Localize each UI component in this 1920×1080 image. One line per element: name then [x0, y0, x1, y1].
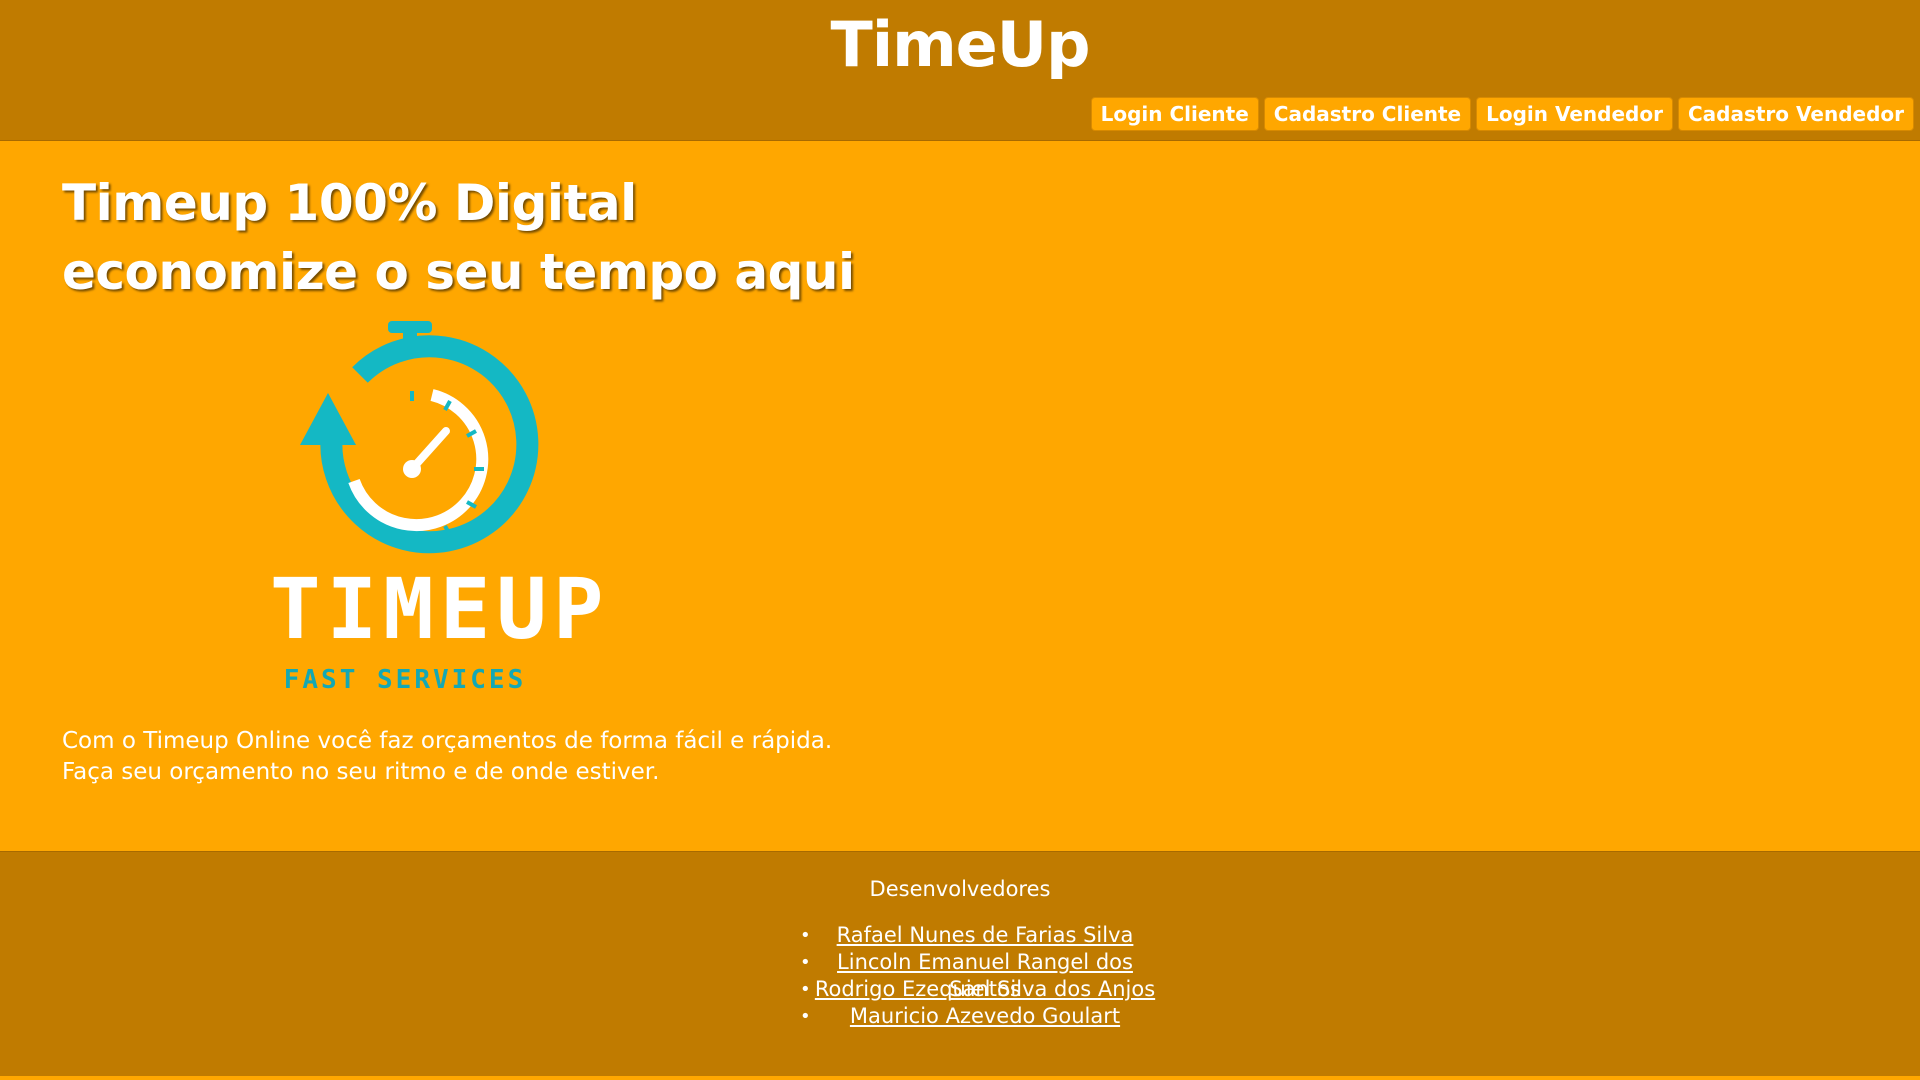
hero-headline-line1: Timeup 100% Digital [62, 174, 637, 232]
cadastro-cliente-button[interactable]: Cadastro Cliente [1263, 97, 1472, 131]
developer-link[interactable]: Mauricio Azevedo Goulart [850, 1004, 1120, 1028]
list-item: • Lincoln Emanuel Rangel dos Santos [800, 949, 1170, 1001]
developers-list: • Rafael Nunes de Farias Silva • Lincoln E… [800, 922, 1170, 1030]
site-title: TimeUp [830, 8, 1091, 81]
bullet-icon: • [800, 1006, 811, 1027]
hero-headline-line2: economize o seu tempo aqui [62, 243, 855, 301]
list-item: • Mauricio Azevedo Goulart [800, 1003, 1170, 1030]
bullet-icon: • [800, 952, 811, 973]
developer-link[interactable]: Rafael Nunes de Farias Silva [837, 923, 1134, 947]
hero-headline: Timeup 100% Digital economize o seu temp… [62, 169, 855, 307]
bottom-strip [0, 1076, 1920, 1080]
description-line2: Faça seu orçamento no seu ritmo e de ond… [62, 759, 660, 785]
hero-description: Com o Timeup Online você faz orçamentos … [62, 726, 832, 788]
bullet-icon: • [800, 979, 811, 1000]
login-cliente-button[interactable]: Login Cliente [1090, 97, 1259, 131]
site-header: TimeUp Login Cliente Cadastro Cliente Lo… [0, 0, 1920, 141]
site-footer: Desenvolvedores • Rafael Nunes de Farias … [0, 851, 1920, 1077]
logo-tagline: FAST SERVICES [283, 665, 527, 695]
developers-title: Desenvolvedores [869, 877, 1051, 901]
description-line1: Com o Timeup Online você faz orçamentos … [62, 728, 833, 754]
logo-wordmark: TIMEUP [270, 560, 610, 658]
list-item: • Rafael Nunes de Farias Silva [800, 922, 1170, 949]
login-vendedor-button[interactable]: Login Vendedor [1476, 97, 1673, 131]
top-nav: Login Cliente Cadastro Cliente Login Ven… [1090, 97, 1914, 131]
bullet-icon: • [800, 925, 811, 946]
list-item: • Rodrigo Ezequiel Silva dos Anjos [800, 976, 1170, 1003]
cadastro-vendedor-button[interactable]: Cadastro Vendedor [1677, 97, 1914, 131]
developer-link[interactable]: Rodrigo Ezequiel Silva dos Anjos [815, 977, 1155, 1001]
main-content: Timeup 100% Digital economize o seu temp… [0, 141, 1920, 851]
